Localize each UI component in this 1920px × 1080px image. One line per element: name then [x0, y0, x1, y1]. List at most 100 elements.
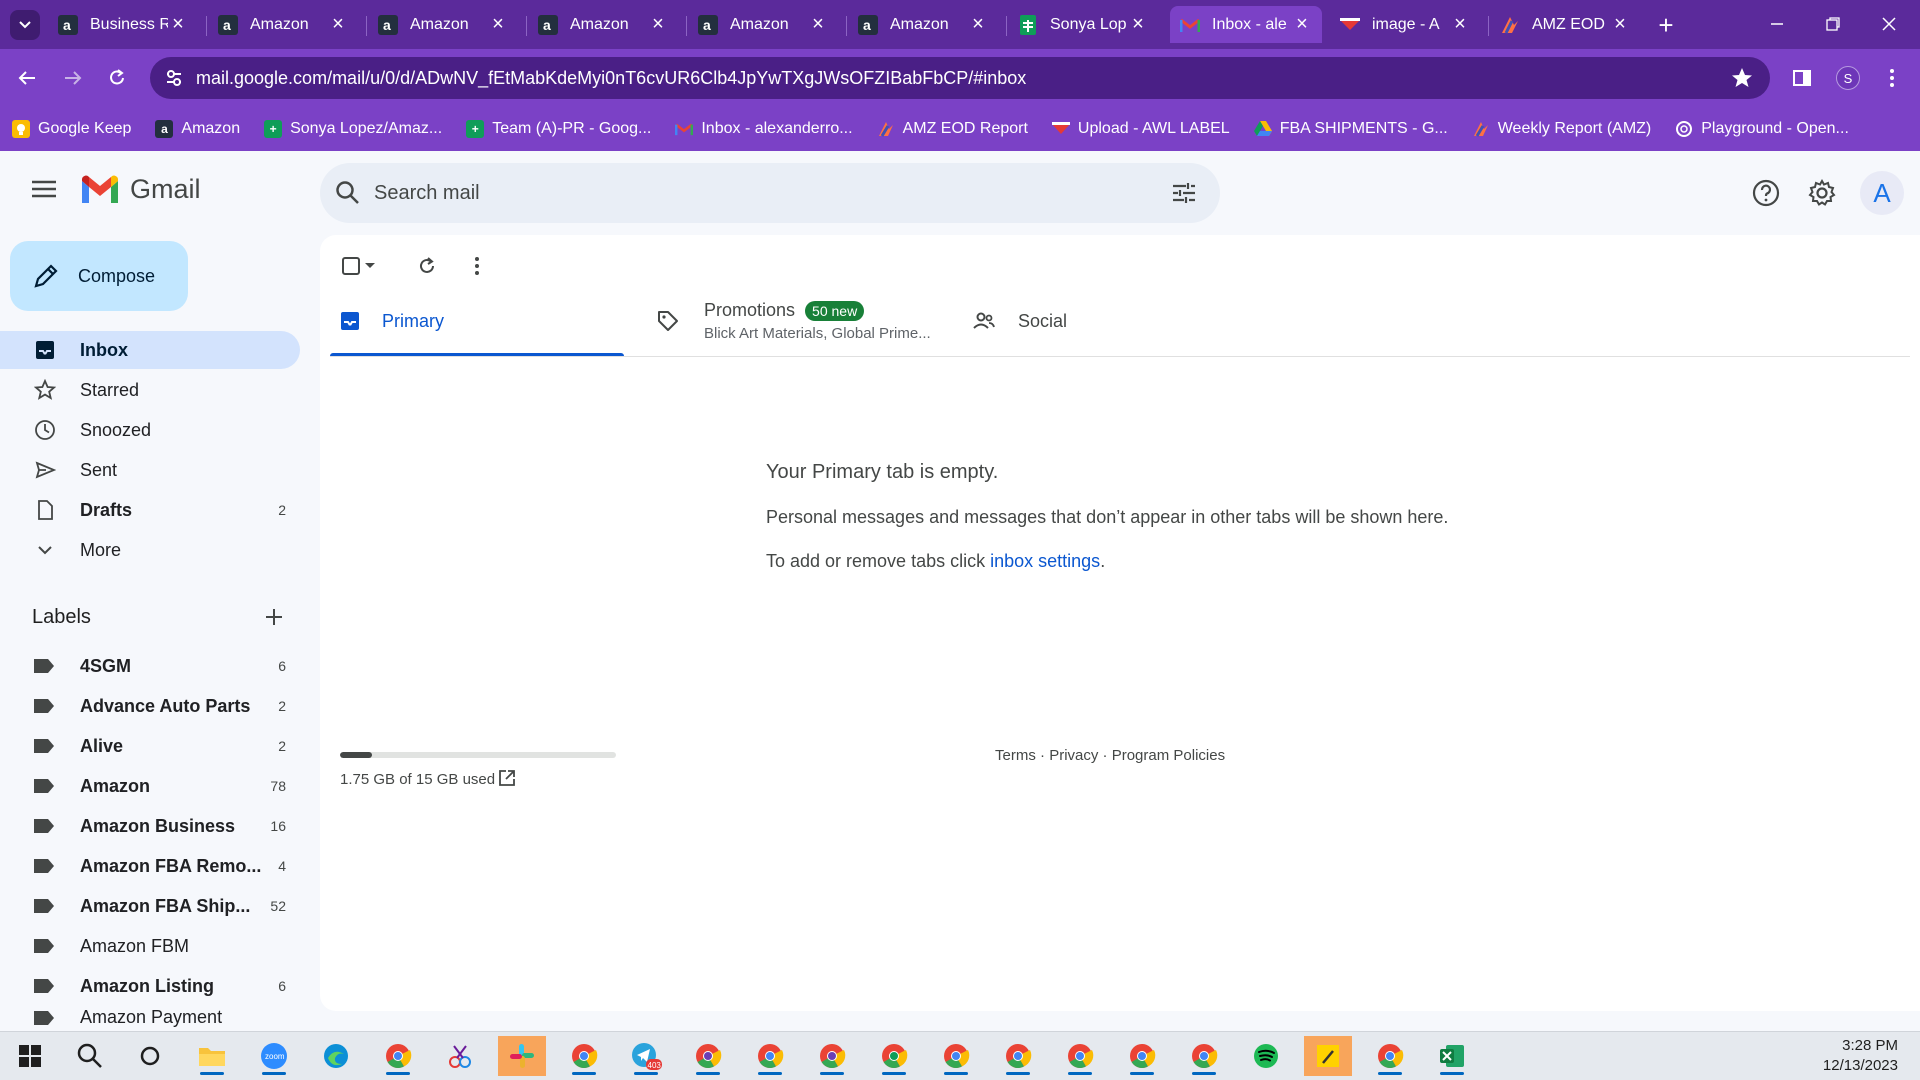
tab-promotions[interactable]: Promotions 50 new Blick Art Materials, G…: [656, 285, 931, 357]
new-tab-button[interactable]: +: [1651, 10, 1681, 40]
chrome-icon[interactable]: [1056, 1036, 1104, 1076]
snipping-icon[interactable]: [436, 1036, 484, 1076]
chrome-icon[interactable]: [808, 1036, 856, 1076]
nav-item-drafts[interactable]: Drafts 2: [0, 491, 300, 529]
account-avatar[interactable]: A: [1860, 171, 1904, 215]
slack-icon[interactable]: [498, 1036, 546, 1076]
nav-item-starred[interactable]: Starred: [0, 371, 300, 409]
close-icon[interactable]: ×: [968, 13, 988, 36]
label-item[interactable]: 4SGM 6: [0, 647, 300, 685]
site-info-icon[interactable]: [162, 66, 186, 90]
label-item[interactable]: Amazon FBM: [0, 927, 300, 965]
browser-tab[interactable]: a Amazon ×: [368, 6, 518, 43]
bookmark-google-keep[interactable]: Google Keep: [12, 120, 131, 138]
label-item[interactable]: Amazon Listing 6: [0, 967, 300, 1005]
chrome-icon[interactable]: [1366, 1036, 1414, 1076]
edge-icon[interactable]: [312, 1036, 360, 1076]
restore-button[interactable]: [1810, 6, 1856, 42]
bookmark-upload-awl[interactable]: Upload - AWL LABEL: [1051, 120, 1230, 138]
support-button[interactable]: [1746, 173, 1786, 213]
forward-button[interactable]: [56, 61, 90, 95]
label-item[interactable]: Amazon 78: [0, 767, 300, 805]
tab-social[interactable]: Social: [972, 285, 1067, 357]
create-label-button[interactable]: [264, 603, 284, 634]
settings-button[interactable]: [1802, 173, 1842, 213]
sticky-notes-icon[interactable]: [1304, 1036, 1352, 1076]
label-item[interactable]: Amazon FBA Ship... 52: [0, 887, 300, 925]
more-actions-button[interactable]: [460, 249, 494, 283]
search-icon[interactable]: [334, 179, 362, 212]
privacy-link[interactable]: Privacy: [1049, 747, 1098, 764]
terms-link[interactable]: Terms: [995, 747, 1036, 764]
bookmark-star-icon[interactable]: [1730, 66, 1754, 95]
close-icon[interactable]: ×: [1610, 13, 1630, 36]
file-explorer-icon[interactable]: [188, 1036, 236, 1076]
select-dropdown[interactable]: [360, 249, 380, 283]
reload-button[interactable]: [100, 61, 134, 95]
back-button[interactable]: [10, 61, 44, 95]
browser-tab[interactable]: AMZ EOD ×: [1490, 6, 1640, 43]
bookmark-amz-eod[interactable]: AMZ EOD Report: [877, 120, 1028, 138]
chrome-icon[interactable]: [746, 1036, 794, 1076]
close-icon[interactable]: ×: [1292, 13, 1312, 36]
label-item[interactable]: Amazon Business 16: [0, 807, 300, 845]
bookmark-inbox[interactable]: Inbox - alexanderro...: [675, 120, 853, 138]
bookmark-fba-shipments[interactable]: FBA SHIPMENTS - G...: [1253, 120, 1448, 138]
label-item[interactable]: Advance Auto Parts 2: [0, 687, 300, 725]
nav-item-more[interactable]: More: [0, 531, 300, 569]
nav-item-sent[interactable]: Sent: [0, 451, 300, 489]
zoom-icon[interactable]: zoom: [250, 1036, 298, 1076]
compose-button[interactable]: Compose: [10, 241, 188, 311]
profile-button[interactable]: S: [1832, 62, 1864, 94]
bookmark-sonya-lopez[interactable]: + Sonya Lopez/Amaz...: [264, 120, 442, 138]
label-item[interactable]: Amazon FBA Remo... 4: [0, 847, 300, 885]
close-icon[interactable]: ×: [648, 13, 668, 36]
program-policies-link[interactable]: Program Policies: [1112, 747, 1225, 764]
chrome-icon[interactable]: [870, 1036, 918, 1076]
browser-tab[interactable]: Sonya Lop ×: [1008, 6, 1158, 43]
browser-tab[interactable]: a Amazon ×: [688, 6, 838, 43]
cortana-icon[interactable]: [126, 1036, 174, 1076]
bookmark-amazon[interactable]: a Amazon: [155, 120, 240, 138]
inbox-settings-link[interactable]: inbox settings: [990, 551, 1100, 571]
label-item[interactable]: Alive 2: [0, 727, 300, 765]
tab-search-button[interactable]: [10, 10, 40, 40]
browser-tab[interactable]: a Amazon ×: [208, 6, 358, 43]
chrome-icon[interactable]: [994, 1036, 1042, 1076]
address-bar[interactable]: mail.google.com/mail/u/0/d/ADwNV_fEtMabK…: [150, 57, 1770, 99]
label-item[interactable]: Amazon Payment: [0, 1007, 300, 1031]
chrome-icon[interactable]: [1118, 1036, 1166, 1076]
search-bar[interactable]: [320, 163, 1220, 223]
search-icon[interactable]: [66, 1036, 114, 1076]
gmail-logo[interactable]: Gmail: [80, 174, 201, 205]
browser-tab[interactable]: a Business R ×: [48, 6, 198, 43]
browser-tab[interactable]: a Amazon ×: [528, 6, 678, 43]
main-menu-button[interactable]: [28, 173, 60, 205]
bookmark-team-pr[interactable]: + Team (A)-PR - Goog...: [466, 120, 651, 138]
chrome-icon[interactable]: [374, 1036, 422, 1076]
window-close-button[interactable]: [1866, 6, 1912, 42]
close-icon[interactable]: ×: [168, 13, 188, 36]
nav-item-inbox[interactable]: Inbox: [0, 331, 300, 369]
chrome-icon[interactable]: [684, 1036, 732, 1076]
bookmark-playground[interactable]: Playground - Open...: [1675, 120, 1849, 138]
browser-tab-active[interactable]: Inbox - ale ×: [1170, 6, 1322, 43]
chrome-icon[interactable]: [932, 1036, 980, 1076]
close-icon[interactable]: ×: [328, 13, 348, 36]
excel-icon[interactable]: [1428, 1036, 1476, 1076]
telegram-icon[interactable]: 403: [622, 1036, 670, 1076]
search-input[interactable]: [374, 177, 1074, 209]
browser-tab[interactable]: a Amazon ×: [848, 6, 998, 43]
nav-item-snoozed[interactable]: Snoozed: [0, 411, 300, 449]
bookmark-weekly-report[interactable]: Weekly Report (AMZ): [1472, 120, 1651, 138]
close-icon[interactable]: ×: [1450, 13, 1470, 36]
chrome-icon[interactable]: [1180, 1036, 1228, 1076]
refresh-button[interactable]: [410, 249, 444, 283]
manage-storage-link[interactable]: [498, 769, 516, 792]
search-options-icon[interactable]: [1170, 179, 1198, 212]
browser-tab[interactable]: image - A ×: [1330, 6, 1480, 43]
tab-primary[interactable]: Primary: [340, 285, 444, 357]
side-panel-button[interactable]: [1786, 62, 1818, 94]
chrome-menu-button[interactable]: [1876, 62, 1908, 94]
spotify-icon[interactable]: [1242, 1036, 1290, 1076]
